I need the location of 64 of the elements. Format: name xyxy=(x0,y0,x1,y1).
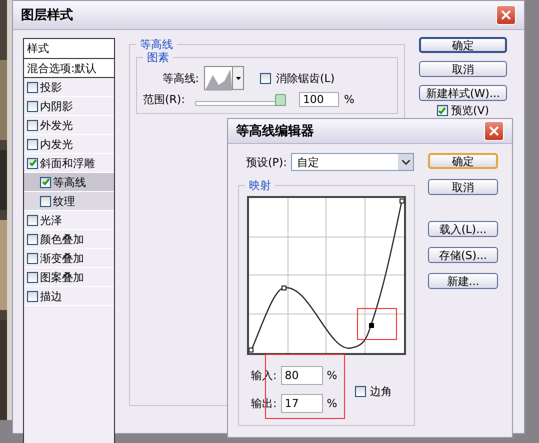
unit-label: % xyxy=(326,397,338,410)
checkbox[interactable] xyxy=(27,120,38,130)
dialog-button[interactable]: 载入(L)... xyxy=(428,221,498,237)
chevron-down-icon xyxy=(402,160,410,164)
checkbox[interactable] xyxy=(40,196,51,206)
checkbox[interactable] xyxy=(40,176,51,188)
annotation-box xyxy=(357,308,397,340)
list-header: 样式 xyxy=(24,39,114,59)
style-list-item[interactable]: 外发光 xyxy=(24,116,114,135)
contour-picker[interactable] xyxy=(204,66,244,90)
output-field[interactable]: 17 xyxy=(280,394,323,413)
checkbox[interactable] xyxy=(27,138,38,150)
style-list-item[interactable]: 颜色叠加 xyxy=(24,230,114,249)
checkbox-label: 消除锯齿(L) xyxy=(276,72,335,84)
style-list-item[interactable]: 等高线 xyxy=(24,173,114,192)
checkbox[interactable] xyxy=(355,386,366,397)
contour-label: 等高线: xyxy=(161,72,199,84)
group-title: 图素 xyxy=(146,51,170,64)
close-button[interactable] xyxy=(496,5,516,25)
close-icon xyxy=(488,125,500,137)
style-list-item[interactable]: 渐变叠加 xyxy=(24,249,114,268)
style-list-item[interactable]: 投影 xyxy=(24,78,114,97)
curve-graph[interactable] xyxy=(247,196,406,355)
window-title: 等高线编辑器 xyxy=(236,124,314,138)
checkbox-label: 边角 xyxy=(370,385,392,398)
close-icon xyxy=(500,9,512,21)
dialog-button[interactable]: 新建样式(W)... xyxy=(419,85,507,101)
unit-label: % xyxy=(344,93,354,106)
dialog-button[interactable]: 存储(S)... xyxy=(428,247,498,263)
checkbox[interactable] xyxy=(27,272,38,282)
window-title: 图层样式 xyxy=(21,8,73,22)
close-button[interactable] xyxy=(484,121,504,141)
range-field[interactable]: 100 xyxy=(298,92,339,107)
style-list-item[interactable]: 描边 xyxy=(24,287,114,306)
checkbox[interactable] xyxy=(436,105,448,116)
group-title: 映射 xyxy=(248,179,272,192)
range-label: 范围(R): xyxy=(143,93,185,106)
style-list-item[interactable]: 纹理 xyxy=(24,192,114,211)
style-list-item[interactable]: 混合选项:默认 xyxy=(24,59,114,78)
section-title: 等高线 xyxy=(139,38,174,51)
style-list-item[interactable]: 内发光 xyxy=(24,135,114,154)
dialog-button[interactable]: 确定 xyxy=(419,37,507,53)
style-list-item[interactable]: 光泽 xyxy=(24,211,114,230)
style-list-item[interactable]: 图案叠加 xyxy=(24,268,114,287)
checkbox-label: 预览(V) xyxy=(450,104,490,117)
slider-thumb[interactable] xyxy=(274,94,286,106)
preset-label: 预设(P): xyxy=(246,156,287,168)
checkbox[interactable] xyxy=(260,72,271,84)
dialog-button[interactable]: 取消 xyxy=(428,179,498,195)
checkbox[interactable] xyxy=(27,214,38,226)
unit-label: % xyxy=(326,369,338,382)
dialog-button[interactable]: 取消 xyxy=(419,61,507,77)
dialog-button[interactable]: 确定 xyxy=(428,153,498,169)
style-list-item[interactable]: 内阴影 xyxy=(24,97,114,116)
checkbox[interactable] xyxy=(27,82,38,92)
dropdown-arrow-icon xyxy=(236,76,241,80)
input-field[interactable]: 80 xyxy=(280,366,323,385)
checkbox[interactable] xyxy=(27,252,38,264)
preset-dropdown[interactable]: 自定 xyxy=(290,153,414,171)
checkbox[interactable] xyxy=(27,100,38,112)
checkbox[interactable] xyxy=(27,158,38,168)
checkbox[interactable] xyxy=(27,290,38,302)
checkbox[interactable] xyxy=(27,234,38,244)
dialog-button[interactable]: 新建... xyxy=(428,273,498,289)
